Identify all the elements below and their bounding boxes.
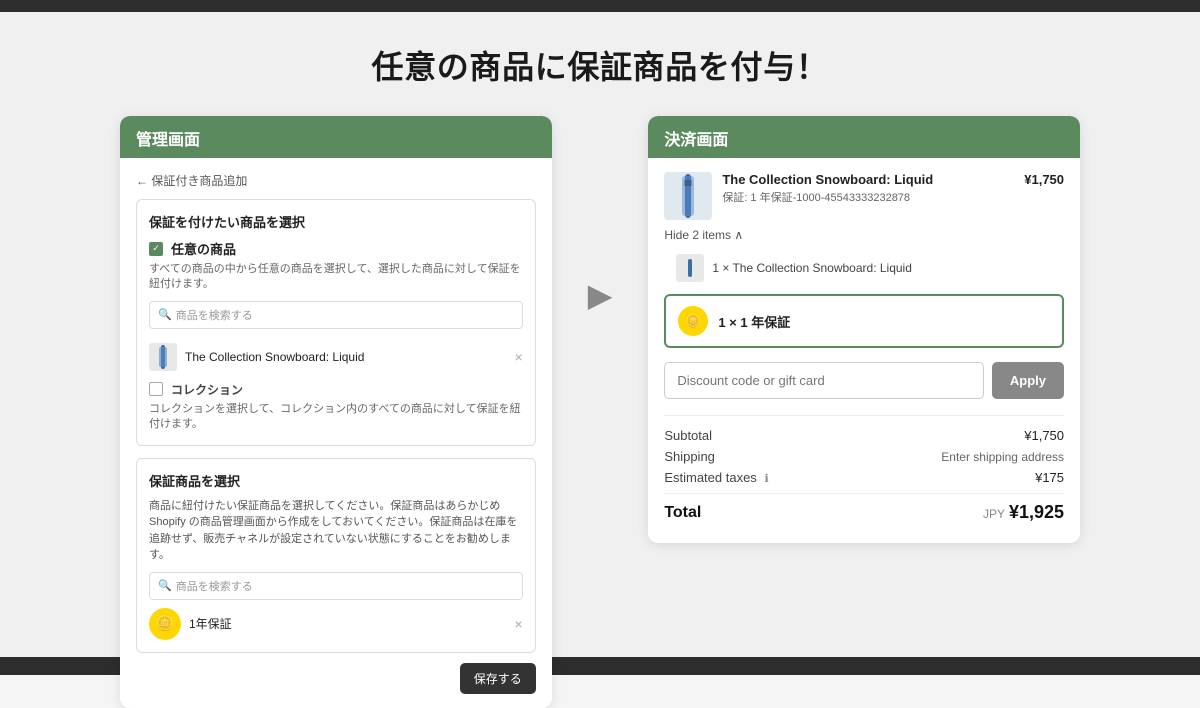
shipping-value: Enter shipping address bbox=[941, 450, 1064, 464]
product-name: The Collection Snowboard: Liquid bbox=[185, 350, 507, 364]
product-search-box[interactable]: 🔍 商品を検索する bbox=[149, 301, 523, 329]
save-button[interactable]: 保存する bbox=[460, 663, 536, 694]
collection-label: コレクション bbox=[171, 381, 243, 398]
any-product-desc: すべての商品の中から任意の商品を選択して、選択した商品に対して保証を紐付けます。 bbox=[149, 262, 523, 293]
checkout-product-image bbox=[664, 172, 712, 220]
main-content: 任意の商品に保証商品を付与！ 管理画面 ← 保証付き商品追加 保証を付けたい商品… bbox=[0, 12, 1200, 657]
apply-button[interactable]: Apply bbox=[992, 362, 1064, 399]
panels-row: 管理画面 ← 保証付き商品追加 保証を付けたい商品を選択 任意の商品 すべての商… bbox=[120, 116, 1080, 708]
hide-items-link[interactable]: Hide 2 items ∧ bbox=[664, 228, 1064, 242]
collection-desc: コレクションを選択して、コレクション内のすべての商品に対して保証を紐付けます。 bbox=[149, 402, 523, 433]
checkout-product-warranty-info: 保証: 1 年保証-1000-45543333232878 bbox=[722, 189, 1014, 205]
checkout-panel-header: 決済画面 bbox=[648, 116, 1080, 158]
top-bar bbox=[0, 0, 1200, 12]
product-select-title: 保証を付けたい商品を選択 bbox=[149, 212, 523, 231]
any-product-label: 任意の商品 bbox=[171, 239, 236, 258]
warranty-product-row: 🪙 1年保証 × bbox=[149, 608, 523, 640]
sub-item-1: 1 × The Collection Snowboard: Liquid bbox=[676, 250, 1064, 286]
shipping-row: Shipping Enter shipping address bbox=[664, 449, 1064, 464]
totals-section: Subtotal ¥1,750 Shipping Enter shipping … bbox=[664, 415, 1064, 523]
checkout-product-name: The Collection Snowboard: Liquid bbox=[722, 172, 1014, 187]
save-btn-row: 保存する bbox=[136, 663, 536, 694]
subtotal-value: ¥1,750 bbox=[1024, 428, 1064, 443]
warranty-product-name: 1年保証 bbox=[189, 615, 507, 632]
collection-checkbox-row: コレクション bbox=[149, 381, 523, 398]
collection-section: コレクション コレクションを選択して、コレクション内のすべての商品に対して保証を… bbox=[149, 381, 523, 433]
collection-checkbox[interactable] bbox=[149, 382, 163, 396]
admin-panel-body: ← 保証付き商品追加 保証を付けたい商品を選択 任意の商品 すべての商品の中から… bbox=[120, 158, 552, 708]
total-currency: JPY bbox=[983, 507, 1005, 521]
admin-panel: 管理画面 ← 保証付き商品追加 保証を付けたい商品を選択 任意の商品 すべての商… bbox=[120, 116, 552, 708]
any-product-row: 任意の商品 bbox=[149, 239, 523, 258]
warranty-section: 保証商品を選択 商品に紐付けたい保証商品を選択してください。保証商品はあらかじめ… bbox=[136, 458, 536, 653]
subtotal-row: Subtotal ¥1,750 bbox=[664, 428, 1064, 443]
subtotal-label: Subtotal bbox=[664, 428, 712, 443]
checkout-product-main: The Collection Snowboard: Liquid 保証: 1 年… bbox=[664, 172, 1064, 220]
warranty-desc: 商品に紐付けたい保証商品を選択してください。保証商品はあらかじめ Shopify… bbox=[149, 498, 523, 564]
checkout-panel-label: 決済画面 bbox=[664, 132, 728, 149]
discount-input[interactable] bbox=[664, 362, 984, 399]
taxes-info-icon: ℹ bbox=[764, 473, 768, 485]
warranty-remove-button[interactable]: × bbox=[515, 616, 523, 632]
page-title: 任意の商品に保証商品を付与！ bbox=[372, 42, 829, 88]
product-search-placeholder: 商品を検索する bbox=[176, 307, 253, 323]
warranty-checkout-text: 1 × 1 年保証 bbox=[718, 312, 790, 331]
warranty-search-box[interactable]: 🔍 商品を検索する bbox=[149, 572, 523, 600]
product-thumbnail bbox=[149, 343, 177, 371]
product-remove-button[interactable]: × bbox=[515, 349, 523, 365]
admin-panel-header: 管理画面 bbox=[120, 116, 552, 158]
total-row: Total JPY¥1,925 bbox=[664, 493, 1064, 523]
back-link[interactable]: ← 保証付き商品追加 bbox=[136, 172, 536, 189]
total-label: Total bbox=[664, 504, 701, 522]
product-select-section: 保証を付けたい商品を選択 任意の商品 すべての商品の中から任意の商品を選択して、… bbox=[136, 199, 536, 446]
warranty-select-title: 保証商品を選択 bbox=[149, 471, 523, 490]
checkout-body: The Collection Snowboard: Liquid 保証: 1 年… bbox=[648, 158, 1080, 543]
checkout-product-info: The Collection Snowboard: Liquid 保証: 1 年… bbox=[722, 172, 1014, 205]
sub-item-1-thumb bbox=[676, 254, 704, 282]
taxes-row: Estimated taxes ℹ ¥175 bbox=[664, 470, 1064, 485]
total-value: JPY¥1,925 bbox=[983, 502, 1064, 523]
product-row: The Collection Snowboard: Liquid × bbox=[149, 337, 523, 377]
warranty-checkout-badge: 🪙 bbox=[678, 306, 708, 336]
warranty-thumbnail: 🪙 bbox=[149, 608, 181, 640]
taxes-label: Estimated taxes ℹ bbox=[664, 470, 768, 485]
sub-item-1-text: 1 × The Collection Snowboard: Liquid bbox=[712, 261, 912, 275]
checkout-panel: 決済画面 The Collection Snowboard: Liquid 保 bbox=[648, 116, 1080, 543]
shipping-label: Shipping bbox=[664, 449, 715, 464]
arrow-icon: ▶ bbox=[588, 276, 613, 314]
warranty-search-placeholder: 商品を検索する bbox=[176, 578, 253, 594]
search-icon: 🔍 bbox=[158, 308, 172, 321]
sub-items: 1 × The Collection Snowboard: Liquid bbox=[664, 250, 1064, 286]
warranty-row-checkout: 🪙 1 × 1 年保証 bbox=[664, 294, 1064, 348]
warranty-search-icon: 🔍 bbox=[158, 579, 172, 592]
admin-panel-label: 管理画面 bbox=[136, 132, 200, 149]
arrow-container: ▶ bbox=[588, 116, 613, 314]
checkout-product-price: ¥1,750 bbox=[1024, 172, 1064, 187]
any-product-checkbox[interactable] bbox=[149, 242, 163, 256]
discount-row: Apply bbox=[664, 362, 1064, 399]
taxes-value: ¥175 bbox=[1035, 470, 1064, 485]
